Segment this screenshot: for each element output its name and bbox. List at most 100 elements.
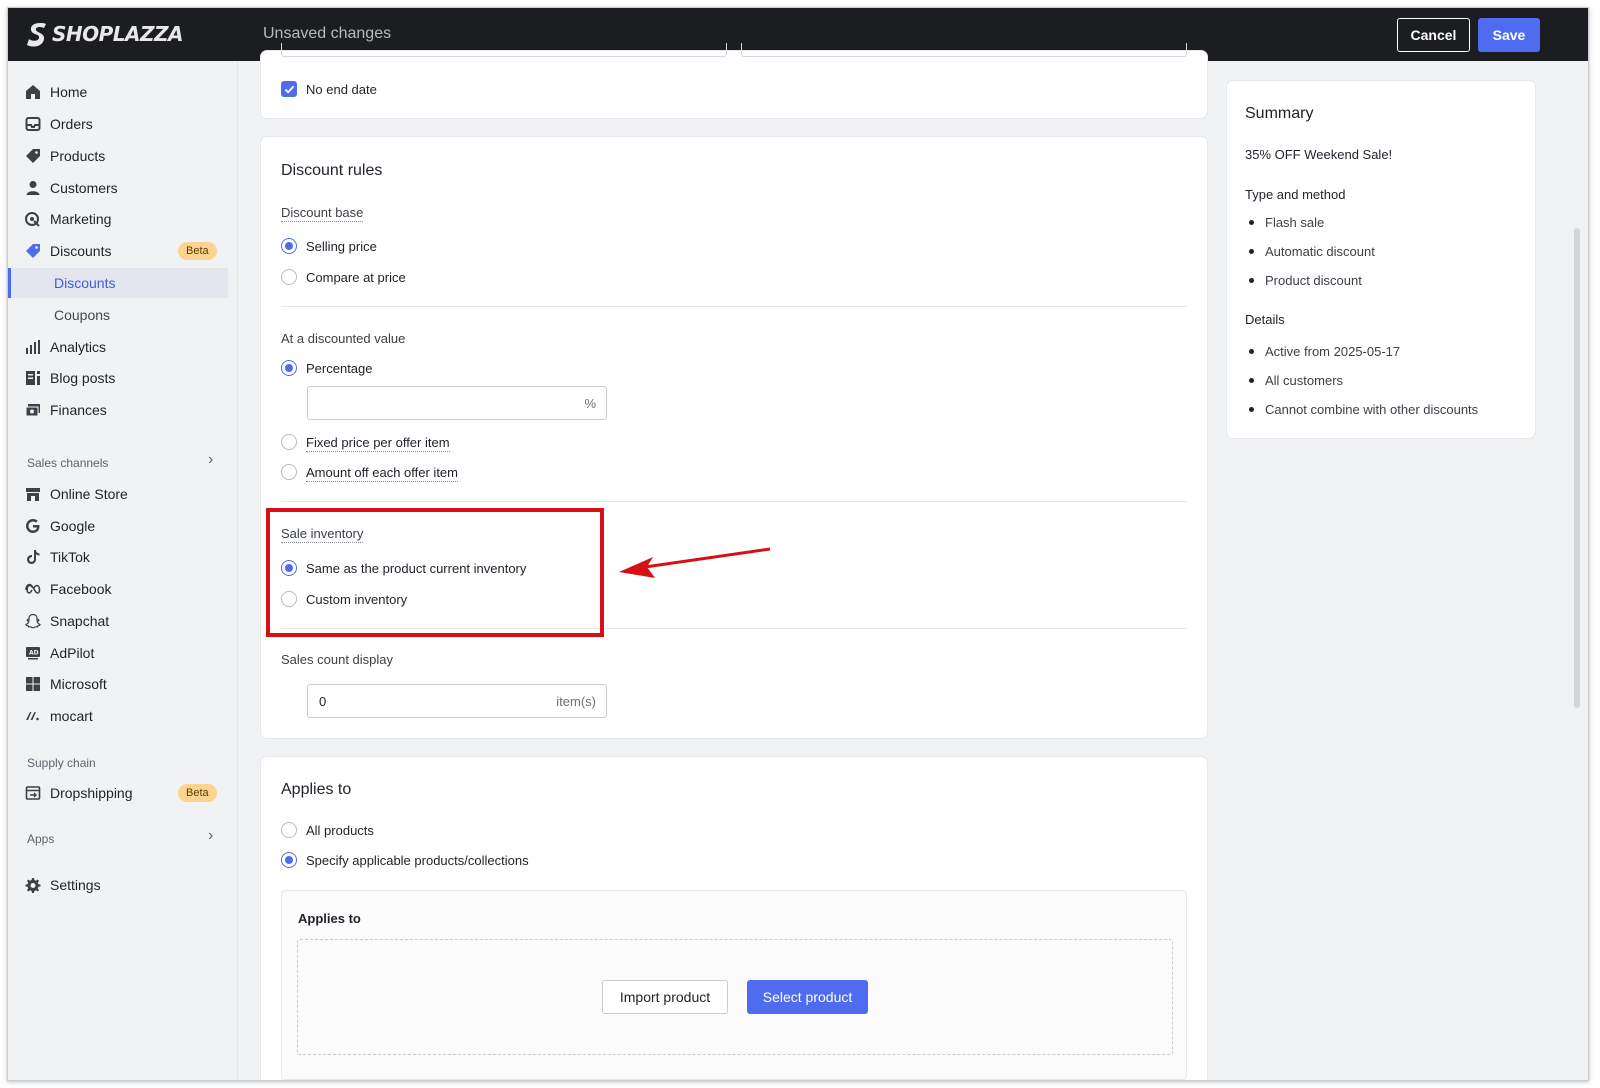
summary-list-item: Cannot combine with other discounts <box>1249 402 1478 417</box>
main-content: No end date Discount rules Discount base… <box>239 43 1588 1080</box>
sidebar-item-analytics[interactable]: Analytics <box>8 332 238 362</box>
sidebar-item-dropshipping[interactable]: Dropshipping Beta <box>8 778 238 808</box>
percentage-input[interactable]: % <box>307 386 607 420</box>
inbox-icon <box>25 116 41 132</box>
sales-count-input[interactable]: 0 item(s) <box>307 684 607 718</box>
target-icon <box>25 211 41 227</box>
applies-to-card: Applies to All products Specify applicab… <box>261 757 1207 1080</box>
selling-price-label: Selling price <box>306 239 377 254</box>
sidebar: Home Orders Products Customers Marketing… <box>8 61 238 1080</box>
sidebar-item-label: Dropshipping <box>50 785 133 801</box>
all-products-radio[interactable] <box>281 822 297 838</box>
adpilot-icon: AD <box>25 645 41 661</box>
sidebar-item-mocart[interactable]: mocart <box>8 701 238 731</box>
specify-products-radio[interactable] <box>281 852 297 868</box>
sidebar-item-label: Coupons <box>54 307 111 323</box>
mocart-icon <box>25 708 41 724</box>
sidebar-item-label: Home <box>50 84 88 100</box>
sidebar-item-customers[interactable]: Customers <box>8 173 238 203</box>
summary-card: Summary 35% OFF Weekend Sale! Type and m… <box>1227 81 1535 438</box>
compare-at-price-label: Compare at price <box>306 270 406 285</box>
save-button[interactable]: Save <box>1478 18 1540 52</box>
items-suffix: item(s) <box>556 694 596 709</box>
sidebar-item-home[interactable]: Home <box>8 77 238 107</box>
gear-icon <box>25 877 41 893</box>
beta-badge: Beta <box>178 784 217 802</box>
sidebar-item-discounts[interactable]: Discounts Beta <box>8 236 238 266</box>
sidebar-subitem-coupons[interactable]: Coupons <box>8 300 238 330</box>
sidebar-item-settings[interactable]: Settings <box>8 870 238 900</box>
summary-list-item: Automatic discount <box>1249 244 1375 259</box>
cancel-button[interactable]: Cancel <box>1397 18 1470 52</box>
sidebar-item-label: Google <box>50 518 96 534</box>
sidebar-item-snapchat[interactable]: Snapchat <box>8 606 238 636</box>
sidebar-item-label: mocart <box>50 708 93 724</box>
chevron-right-icon[interactable]: › <box>208 827 213 845</box>
end-time-input[interactable] <box>741 43 1187 57</box>
sidebar-item-adpilot[interactable]: AD AdPilot <box>8 638 238 668</box>
details-heading: Details <box>1245 312 1285 327</box>
beta-badge: Beta <box>178 242 217 260</box>
sidebar-item-label: Products <box>50 148 106 164</box>
selling-price-radio[interactable] <box>281 238 297 254</box>
sidebar-item-google[interactable]: Google <box>8 511 238 541</box>
dropshipping-icon <box>25 785 41 801</box>
active-dates-card: No end date <box>261 43 1207 118</box>
sidebar-item-label: Analytics <box>50 339 107 355</box>
page-scrollbar[interactable] <box>1574 228 1580 708</box>
apps-heading: Apps <box>27 832 55 846</box>
sidebar-item-blog-posts[interactable]: Blog posts <box>8 363 238 393</box>
sidebar-item-label: Discounts <box>54 275 116 291</box>
sidebar-item-microsoft[interactable]: Microsoft <box>8 669 238 699</box>
compare-at-price-radio[interactable] <box>281 269 297 285</box>
brand-name: SHOPLAZZA <box>52 22 184 46</box>
sidebar-item-label: Marketing <box>50 211 112 227</box>
checkmark-icon <box>284 85 294 94</box>
fixed-price-radio[interactable] <box>281 434 297 450</box>
discounted-value-label: At a discounted value <box>281 331 406 346</box>
supply-chain-heading: Supply chain <box>27 756 96 770</box>
snapchat-icon <box>25 613 41 629</box>
product-drop-zone: Import product Select product <box>297 939 1173 1055</box>
divider <box>281 306 1187 307</box>
microsoft-icon <box>25 676 41 692</box>
type-method-heading: Type and method <box>1245 187 1346 202</box>
sales-count-label: Sales count display <box>281 652 394 667</box>
sidebar-item-label: Snapchat <box>50 613 110 629</box>
amount-off-radio[interactable] <box>281 464 297 480</box>
no-end-date-checkbox[interactable] <box>281 81 297 97</box>
summary-list-item: Active from 2025-05-17 <box>1249 344 1400 359</box>
sidebar-item-tiktok[interactable]: TikTok <box>8 542 238 572</box>
sidebar-subitem-discounts[interactable]: Discounts <box>8 268 228 298</box>
sidebar-item-marketing[interactable]: Marketing <box>8 204 238 234</box>
bar-chart-icon <box>25 339 41 355</box>
sales-count-value: 0 <box>319 694 327 709</box>
sidebar-item-label: AdPilot <box>50 645 95 661</box>
blog-icon <box>25 370 41 386</box>
sidebar-item-facebook[interactable]: Facebook <box>8 574 238 604</box>
home-icon <box>25 84 41 100</box>
applies-to-panel-title: Applies to <box>298 911 361 926</box>
applies-to-title: Applies to <box>281 781 352 798</box>
all-products-label: All products <box>306 823 374 838</box>
sidebar-item-finances[interactable]: Finances <box>8 395 238 425</box>
sidebar-item-products[interactable]: Products <box>8 141 238 171</box>
brand-logo[interactable]: SHOPLAZZA <box>26 21 184 47</box>
discount-tag-icon <box>25 243 41 259</box>
select-product-button[interactable]: Select product <box>747 980 868 1014</box>
chevron-right-icon[interactable]: › <box>208 451 213 469</box>
import-product-button[interactable]: Import product <box>602 980 728 1014</box>
sidebar-item-label: Facebook <box>50 581 112 597</box>
app-window: SHOPLAZZA Unsaved changes Cancel Save Ho… <box>7 7 1589 1081</box>
sidebar-item-online-store[interactable]: Online Store <box>8 479 238 509</box>
summary-list-item: Flash sale <box>1249 215 1324 230</box>
percentage-radio[interactable] <box>281 360 297 376</box>
applies-to-panel: Applies to Import product Select product <box>281 890 1187 1080</box>
sidebar-item-orders[interactable]: Orders <box>8 109 238 139</box>
end-date-input[interactable] <box>281 43 727 57</box>
sidebar-item-label: Online Store <box>50 486 128 502</box>
finances-icon <box>25 402 41 418</box>
sidebar-item-label: Finances <box>50 402 107 418</box>
percentage-label: Percentage <box>306 361 373 376</box>
percent-suffix: % <box>584 396 596 411</box>
